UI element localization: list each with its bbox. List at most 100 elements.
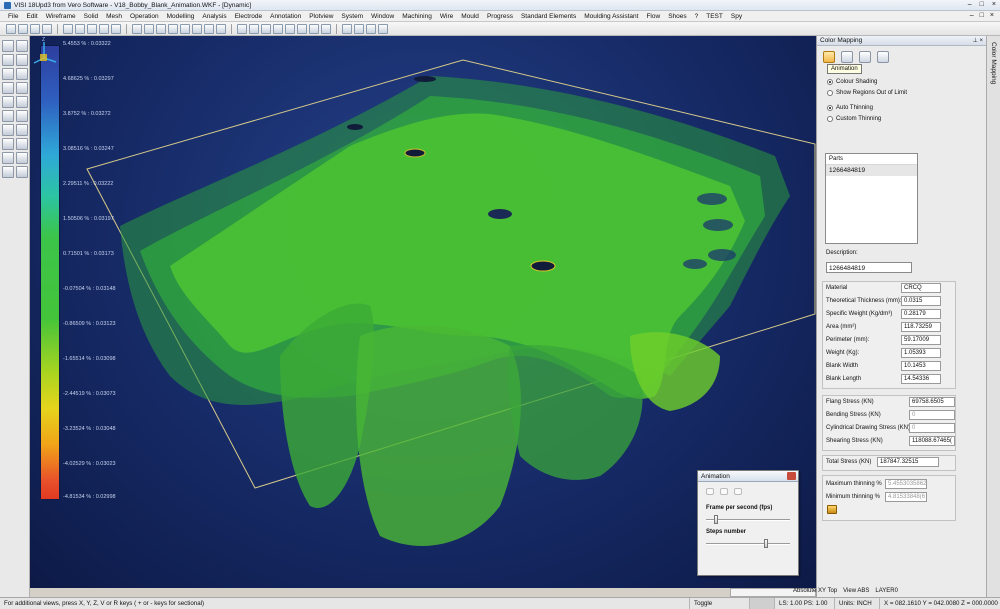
menu-window[interactable]: Window [367,13,398,20]
menu-plotview[interactable]: Plotview [305,13,337,20]
pause-icon[interactable] [720,488,728,495]
arrow-right-icon[interactable] [16,166,28,178]
revolve-icon[interactable] [16,96,28,108]
rotate-icon[interactable] [273,23,283,34]
chamfer-icon[interactable] [16,110,28,122]
side-tab-color-mapping[interactable]: Color Mapping [986,36,1000,597]
play-icon[interactable] [706,488,714,495]
undo-icon[interactable] [63,23,73,34]
measure-icon[interactable] [354,23,364,34]
text-icon[interactable] [2,152,14,164]
view-abs-tab[interactable]: View ABS [840,588,872,594]
steps-slider[interactable] [706,539,790,548]
print-icon[interactable] [42,23,52,34]
shade-icon[interactable] [297,23,307,34]
fit-icon[interactable] [285,23,295,34]
menu-spy[interactable]: Spy [727,13,746,20]
menu-test[interactable]: TEST [702,13,727,20]
trim-icon[interactable] [16,124,28,136]
property-value[interactable]: 1.05393 [901,348,941,358]
surface-icon[interactable] [2,82,14,94]
menu-file[interactable]: File [4,13,22,20]
view-absolute-tab[interactable]: Absolute XY Top [790,588,840,594]
pin-icon[interactable]: ⊥ × [973,37,983,44]
cut-icon[interactable] [87,23,97,34]
arrow-left-icon[interactable] [2,166,14,178]
copy-icon[interactable] [99,23,109,34]
menu-mesh[interactable]: Mesh [102,13,126,20]
select-icon[interactable] [2,40,14,52]
menu-standard-elements[interactable]: Standard Elements [517,13,580,20]
menu-annotation[interactable]: Annotation [266,13,305,20]
fillet-icon[interactable] [2,110,14,122]
stop-icon[interactable] [734,488,742,495]
search-tab-icon[interactable] [877,51,889,63]
menu-operation[interactable]: Operation [126,13,163,20]
description-field[interactable]: 1266484819 [826,262,912,273]
menu-help[interactable]: ? [691,13,703,20]
menu-mould[interactable]: Mould [457,13,483,20]
menu-electrode[interactable]: Electrode [231,13,266,20]
radio-button[interactable] [827,89,833,96]
stress-value[interactable]: 69758.6505 [909,397,955,407]
menu-solid[interactable]: Solid [80,13,102,20]
save-icon[interactable] [30,23,40,34]
new-file-icon[interactable] [6,23,16,34]
open-file-icon[interactable] [18,23,28,34]
redo-icon[interactable] [75,23,85,34]
property-value[interactable]: 59.17009 [901,335,941,345]
colour-shading-option[interactable]: Colour Shading [817,76,987,87]
animation-tab-icon[interactable] [823,51,835,63]
property-value[interactable]: 0.0315 [901,296,941,306]
thinning-value[interactable]: 5.45530358621 [885,479,927,489]
graphics-viewport[interactable]: 5.4553 % : 0.03322 4.68625 % : 0.03297 3… [30,36,816,588]
property-value[interactable]: CRCQ [901,283,941,293]
slider-thumb[interactable] [714,515,718,524]
cylinder-view-icon[interactable] [168,23,178,34]
stress-value[interactable]: 0 [909,423,955,433]
menu-wire[interactable]: Wire [436,13,457,20]
close-button[interactable]: × [992,1,996,8]
wireframe-icon[interactable] [309,23,319,34]
analysis-icon[interactable] [366,23,376,34]
zoom-window-icon[interactable] [249,23,259,34]
property-value[interactable]: 0.28179 [901,309,941,319]
menu-edit[interactable]: Edit [22,13,41,20]
menu-shoes[interactable]: Shoes [664,13,690,20]
slider-thumb[interactable] [764,539,768,548]
shield-icon[interactable] [378,23,388,34]
comment-tab-icon[interactable] [859,51,871,63]
paste-icon[interactable] [111,23,121,34]
cylinder-view-icon[interactable] [180,23,190,34]
mirror-icon[interactable] [2,138,14,150]
point-icon[interactable] [16,40,28,52]
menu-machining[interactable]: Machining [398,13,436,20]
cylinder-view-icon[interactable] [216,23,226,34]
dimension-icon[interactable] [16,138,28,150]
solid-icon[interactable] [16,82,28,94]
grid-icon[interactable] [342,23,352,34]
arc-icon[interactable] [2,68,14,80]
toggle-button[interactable]: Toggle [690,598,750,609]
hidden-line-icon[interactable] [321,23,331,34]
close-icon[interactable] [787,472,796,480]
circle-icon[interactable] [16,54,28,66]
hatch-icon[interactable] [16,152,28,164]
menu-moulding-assistant[interactable]: Moulding Assistant [580,13,642,20]
regions-out-of-limit-option[interactable]: Show Regions Out of Limit [817,87,987,98]
export-icon[interactable] [827,505,837,514]
zoom-icon[interactable] [237,23,247,34]
menu-progress[interactable]: Progress [483,13,517,20]
menu-flow[interactable]: Flow [642,13,664,20]
menu-analysis[interactable]: Analysis [198,13,230,20]
spline-icon[interactable] [16,68,28,80]
property-value[interactable]: 14.54336 [901,374,941,384]
property-value[interactable]: 118.73259 [901,322,941,332]
menu-wireframe[interactable]: Wireframe [42,13,80,20]
radio-button[interactable] [827,104,833,111]
fps-slider[interactable] [706,515,790,524]
list-item[interactable]: 1266484819 [826,165,917,176]
menu-system[interactable]: System [337,13,367,20]
total-stress-value[interactable]: 187847.32515 [877,457,939,467]
menu-modelling[interactable]: Modelling [163,13,199,20]
